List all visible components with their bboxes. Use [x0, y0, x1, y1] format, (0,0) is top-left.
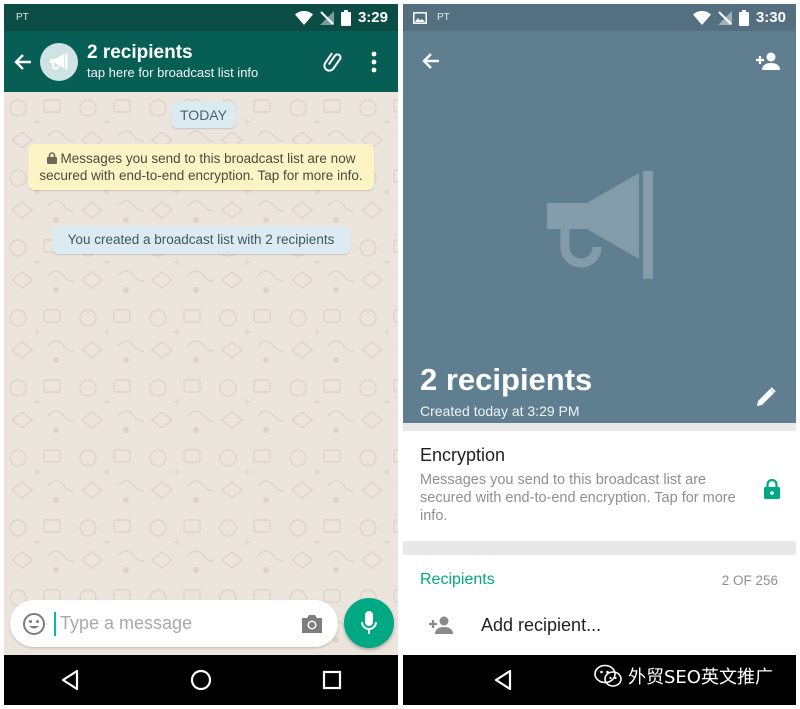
megaphone-icon	[547, 171, 653, 279]
camera-button[interactable]	[292, 602, 332, 646]
status-time: 3:30	[755, 9, 786, 26]
chat-area[interactable]: TODAY Messages you send to this broadcas…	[4, 92, 398, 655]
nav-home-icon	[190, 669, 212, 691]
status-time: 3:29	[357, 9, 388, 26]
more-options-button[interactable]	[354, 38, 394, 86]
info-header: 2 recipients Created today at 3:29 PM	[403, 31, 796, 423]
back-arrow-icon	[422, 53, 439, 69]
carrier-label: PT	[16, 12, 29, 23]
broadcast-avatar[interactable]	[40, 42, 78, 81]
wifi-icon	[294, 10, 313, 25]
mic-icon	[361, 611, 377, 634]
wifi-icon	[692, 10, 711, 25]
message-bar	[10, 600, 338, 647]
add-recipient-label: Add recipient...	[481, 614, 602, 635]
watermark: 外贸SEO英文推广	[594, 656, 773, 696]
nav-recents-button[interactable]	[302, 658, 362, 702]
add-person-icon	[419, 603, 463, 647]
add-recipient-header-button[interactable]	[746, 39, 790, 83]
recipients-count: 2 OF 256	[721, 573, 778, 588]
nav-back-button[interactable]	[40, 658, 100, 702]
nav-back-icon	[494, 669, 512, 691]
encryption-description: Messages you send to this broadcast list…	[420, 472, 736, 524]
broadcast-info-screen: PT 3:30 2 recipients Created today at 3:…	[403, 4, 796, 705]
emoji-button[interactable]	[14, 602, 54, 646]
more-vert-icon	[371, 51, 377, 72]
status-bar: PT 3:30	[403, 4, 796, 31]
mic-button[interactable]	[344, 598, 394, 648]
lock-icon	[764, 479, 780, 499]
encryption-title: Encryption	[420, 445, 506, 465]
carrier-label: PT	[437, 12, 450, 23]
back-arrow-icon	[14, 53, 31, 70]
battery-icon	[738, 9, 749, 26]
no-signal-icon	[717, 10, 732, 25]
date-chip: TODAY	[171, 102, 236, 128]
back-button[interactable]	[6, 38, 40, 86]
created-timestamp: Created today at 3:29 PM	[420, 403, 580, 419]
back-button[interactable]	[409, 39, 453, 83]
nav-home-button[interactable]	[171, 658, 231, 702]
chat-subtitle: tap here for broadcast list info	[87, 64, 259, 80]
message-input[interactable]	[54, 611, 292, 636]
add-recipient-row[interactable]: Add recipient...	[403, 601, 796, 649]
system-nav-bar	[4, 655, 398, 705]
composer	[4, 592, 398, 655]
broadcast-title: 2 recipients	[420, 362, 593, 397]
encryption-notice[interactable]: Messages you send to this broadcast list…	[28, 144, 374, 190]
paperclip-icon	[323, 52, 342, 72]
wechat-icon	[594, 664, 622, 687]
add-person-icon	[756, 52, 780, 70]
lock-icon	[46, 152, 57, 164]
camera-icon	[302, 614, 322, 633]
gallery-icon	[413, 11, 427, 24]
no-signal-icon	[319, 10, 334, 25]
nav-back-button[interactable]	[473, 658, 533, 702]
nav-back-icon	[61, 669, 78, 691]
recipients-header: Recipients	[420, 571, 495, 588]
chat-title: 2 recipients	[87, 41, 193, 63]
status-bar: PT 3:29	[4, 4, 398, 31]
edit-name-button[interactable]	[744, 375, 788, 419]
attach-button[interactable]	[314, 38, 354, 86]
info-body: Encryption Messages you send to this bro…	[403, 423, 796, 657]
battery-icon	[340, 9, 351, 26]
nav-recents-icon	[323, 670, 342, 690]
emoji-icon	[23, 612, 45, 635]
system-message: You created a broadcast list with 2 reci…	[52, 226, 350, 254]
chat-header-info[interactable]: 2 recipients tap here for broadcast list…	[87, 42, 314, 82]
chat-screen: PT 3:29 2 recipients tap here for broadc…	[4, 4, 398, 705]
watermark-text: 外贸SEO英文推广	[628, 667, 773, 688]
chat-toolbar: 2 recipients tap here for broadcast list…	[4, 31, 398, 92]
encryption-card[interactable]: Encryption Messages you send to this bro…	[403, 431, 796, 541]
encryption-notice-text: Messages you send to this broadcast list…	[39, 151, 363, 183]
megaphone-icon	[50, 52, 68, 69]
recipients-card: Recipients 2 OF 256 Add recipient...	[403, 555, 796, 657]
edit-pencil-icon	[757, 387, 776, 406]
